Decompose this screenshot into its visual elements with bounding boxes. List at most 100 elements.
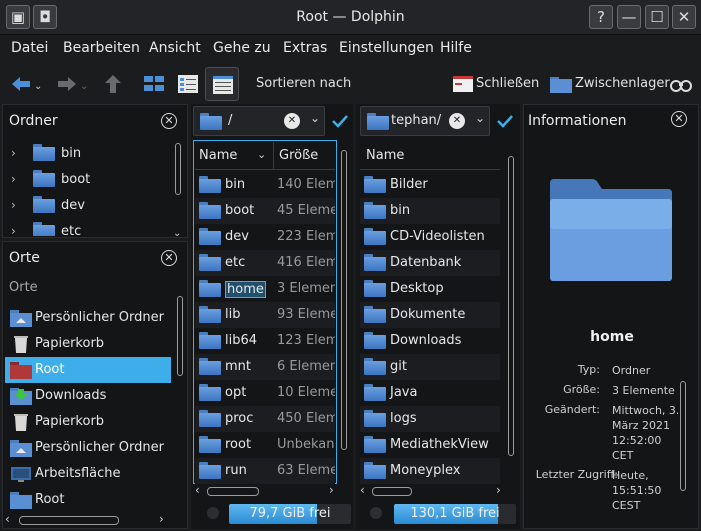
place-home[interactable]: Persönlicher Ordner xyxy=(5,305,171,331)
stash-button[interactable]: Zwischenlager xyxy=(575,76,670,91)
file-row[interactable]: Downloads xyxy=(360,328,500,354)
maximize-button[interactable]: ☐ xyxy=(645,5,669,29)
info-panel-close-icon[interactable]: ✕ xyxy=(671,111,687,127)
file-row[interactable]: boot 45 Elemente xyxy=(195,198,335,224)
right-hscrollbar[interactable]: ‹ › xyxy=(360,483,504,499)
column-name-header[interactable]: Name xyxy=(199,148,237,163)
file-row[interactable]: Datenbank xyxy=(360,250,500,276)
confirm-location-icon[interactable] xyxy=(331,112,349,130)
clear-location-icon[interactable]: ✕ xyxy=(284,113,300,129)
menu-hilfe[interactable]: Hilfe xyxy=(440,40,472,56)
file-row[interactable]: logs xyxy=(360,406,500,432)
file-row[interactable]: CD-Videolisten xyxy=(360,224,500,250)
menu-extras[interactable]: Extras xyxy=(283,40,327,56)
menu-ansicht[interactable]: Ansicht xyxy=(149,40,201,56)
left-location-bar[interactable]: / ✕ ⌄ xyxy=(193,106,325,136)
place-trash[interactable]: Papierkorb xyxy=(5,331,171,357)
info-scrollbar[interactable] xyxy=(678,377,688,527)
file-row[interactable]: Bilder xyxy=(360,172,500,198)
left-hscrollbar[interactable]: ‹ › xyxy=(195,483,337,499)
menu-bearbeiten[interactable]: Bearbeiten xyxy=(63,40,140,56)
file-row[interactable]: bin xyxy=(360,198,500,224)
place-downloads[interactable]: Downloads xyxy=(5,383,171,409)
right-scrollbar[interactable] xyxy=(506,142,516,482)
places-panel-title: Orte xyxy=(9,250,40,266)
right-location-bar[interactable]: tephan/ ✕ ⌄ xyxy=(360,106,490,136)
place-root[interactable]: Root xyxy=(5,357,171,383)
file-size: 223 Elemente xyxy=(277,229,335,244)
folders-panel-close-icon[interactable]: ✕ xyxy=(161,113,177,129)
stash-folder-icon[interactable] xyxy=(548,71,574,97)
place-home-2[interactable]: Persönlicher Ordner xyxy=(5,435,171,461)
back-icon[interactable] xyxy=(8,71,34,97)
file-row[interactable]: opt 10 Elemente xyxy=(195,380,335,406)
place-root-2[interactable]: Root xyxy=(5,487,171,513)
search-binoculars-icon[interactable] xyxy=(668,71,694,97)
file-row[interactable]: dev 223 Elemente xyxy=(195,224,335,250)
places-hscrollbar[interactable]: ‹ › xyxy=(5,512,175,528)
file-row[interactable]: etc 416 Elemente xyxy=(195,250,335,276)
folder-icon xyxy=(199,462,221,479)
tree-item-boot[interactable]: › boot xyxy=(11,168,171,192)
forward-dropdown-icon[interactable]: ⌄ xyxy=(80,81,88,92)
file-row[interactable]: mnt 6 Elemente xyxy=(195,354,335,380)
details-view-button[interactable] xyxy=(205,67,239,101)
help-button[interactable]: ? xyxy=(589,5,613,29)
menu-datei[interactable]: Datei xyxy=(11,40,48,56)
expand-arrow-icon[interactable]: › xyxy=(11,198,16,212)
file-row[interactable]: lib 93 Elemente xyxy=(195,302,335,328)
file-row[interactable]: bin 140 Elemente xyxy=(195,172,335,198)
clear-location-icon[interactable]: ✕ xyxy=(449,113,465,129)
file-row[interactable]: proc 450 Elemente xyxy=(195,406,335,432)
back-dropdown-icon[interactable]: ⌄ xyxy=(34,81,42,92)
expand-arrow-icon[interactable]: › xyxy=(11,224,16,236)
column-size-header[interactable]: Größe xyxy=(279,148,318,163)
icons-view-icon[interactable] xyxy=(141,71,167,97)
tree-item-etc[interactable]: › etc xyxy=(11,220,171,236)
tree-item-dev[interactable]: › dev xyxy=(11,194,171,218)
folder-icon xyxy=(199,332,221,349)
confirm-location-icon[interactable] xyxy=(496,112,514,130)
file-row[interactable]: Dokumente xyxy=(360,302,500,328)
file-row[interactable]: root Unbekannt xyxy=(195,432,335,458)
close-button[interactable]: ✕ xyxy=(672,5,696,29)
expand-arrow-icon[interactable]: › xyxy=(11,172,16,186)
file-row[interactable]: run 63 Elemente xyxy=(195,458,335,484)
file-row[interactable]: home 3 Elemente xyxy=(195,276,335,302)
places-scrollbar[interactable] xyxy=(175,292,185,517)
left-scrollbar[interactable] xyxy=(339,142,349,482)
sort-by-button[interactable]: Sortieren nach xyxy=(256,76,351,91)
file-row[interactable]: Java xyxy=(360,380,500,406)
file-row[interactable]: MediathekView xyxy=(360,432,500,458)
location-dropdown-icon[interactable]: ⌄ xyxy=(475,111,485,125)
menu-einstellungen[interactable]: Einstellungen xyxy=(339,40,434,56)
column-name-header[interactable]: Name xyxy=(366,148,404,163)
close-split-icon[interactable] xyxy=(450,71,476,97)
compact-view-icon[interactable] xyxy=(175,71,201,97)
file-size: 140 Elemente xyxy=(277,177,335,192)
tree-item-bin[interactable]: › bin xyxy=(11,142,171,166)
info-value-modified: Mittwoch, 3. März 2021 12:52:00 CET xyxy=(612,404,680,462)
folder-icon xyxy=(199,410,221,427)
expand-arrow-icon[interactable]: › xyxy=(11,146,16,160)
folder-icon xyxy=(199,176,221,193)
minimize-button[interactable]: — xyxy=(617,5,641,29)
close-split-button[interactable]: Schließen xyxy=(476,76,539,91)
forward-icon[interactable] xyxy=(54,71,80,97)
menu-bar: Datei Bearbeiten Ansicht Gehe zu Extras … xyxy=(0,35,701,63)
places-panel: Orte ✕ Orte Persönlicher Ordner Papierko… xyxy=(2,241,188,529)
place-desktop[interactable]: Arbeitsfläche xyxy=(5,461,171,487)
file-row[interactable]: git xyxy=(360,354,500,380)
large-folder-icon xyxy=(550,179,672,281)
file-row[interactable]: Moneyplex xyxy=(360,458,500,484)
file-row[interactable]: Desktop xyxy=(360,276,500,302)
file-row[interactable]: lib64 123 Elemente xyxy=(195,328,335,354)
info-key-modified: Geändert: xyxy=(544,403,600,416)
place-trash-2[interactable]: Papierkorb xyxy=(5,409,171,435)
folders-scrollbar[interactable]: ⌄ xyxy=(173,141,183,239)
location-dropdown-icon[interactable]: ⌄ xyxy=(310,111,320,125)
places-panel-close-icon[interactable]: ✕ xyxy=(161,250,177,266)
file-name: CD-Videolisten xyxy=(390,229,485,244)
menu-gehe-zu[interactable]: Gehe zu xyxy=(213,40,271,56)
up-icon[interactable] xyxy=(100,71,126,97)
